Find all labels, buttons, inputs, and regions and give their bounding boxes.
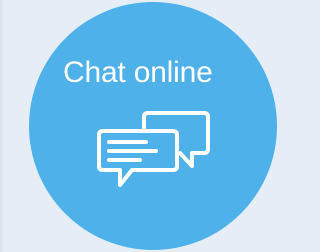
chat-online-button[interactable]: Chat online bbox=[29, 2, 277, 250]
chat-bubbles-icon bbox=[97, 111, 210, 187]
page-edge-shadow bbox=[0, 0, 4, 252]
chat-online-label: Chat online bbox=[63, 56, 213, 89]
